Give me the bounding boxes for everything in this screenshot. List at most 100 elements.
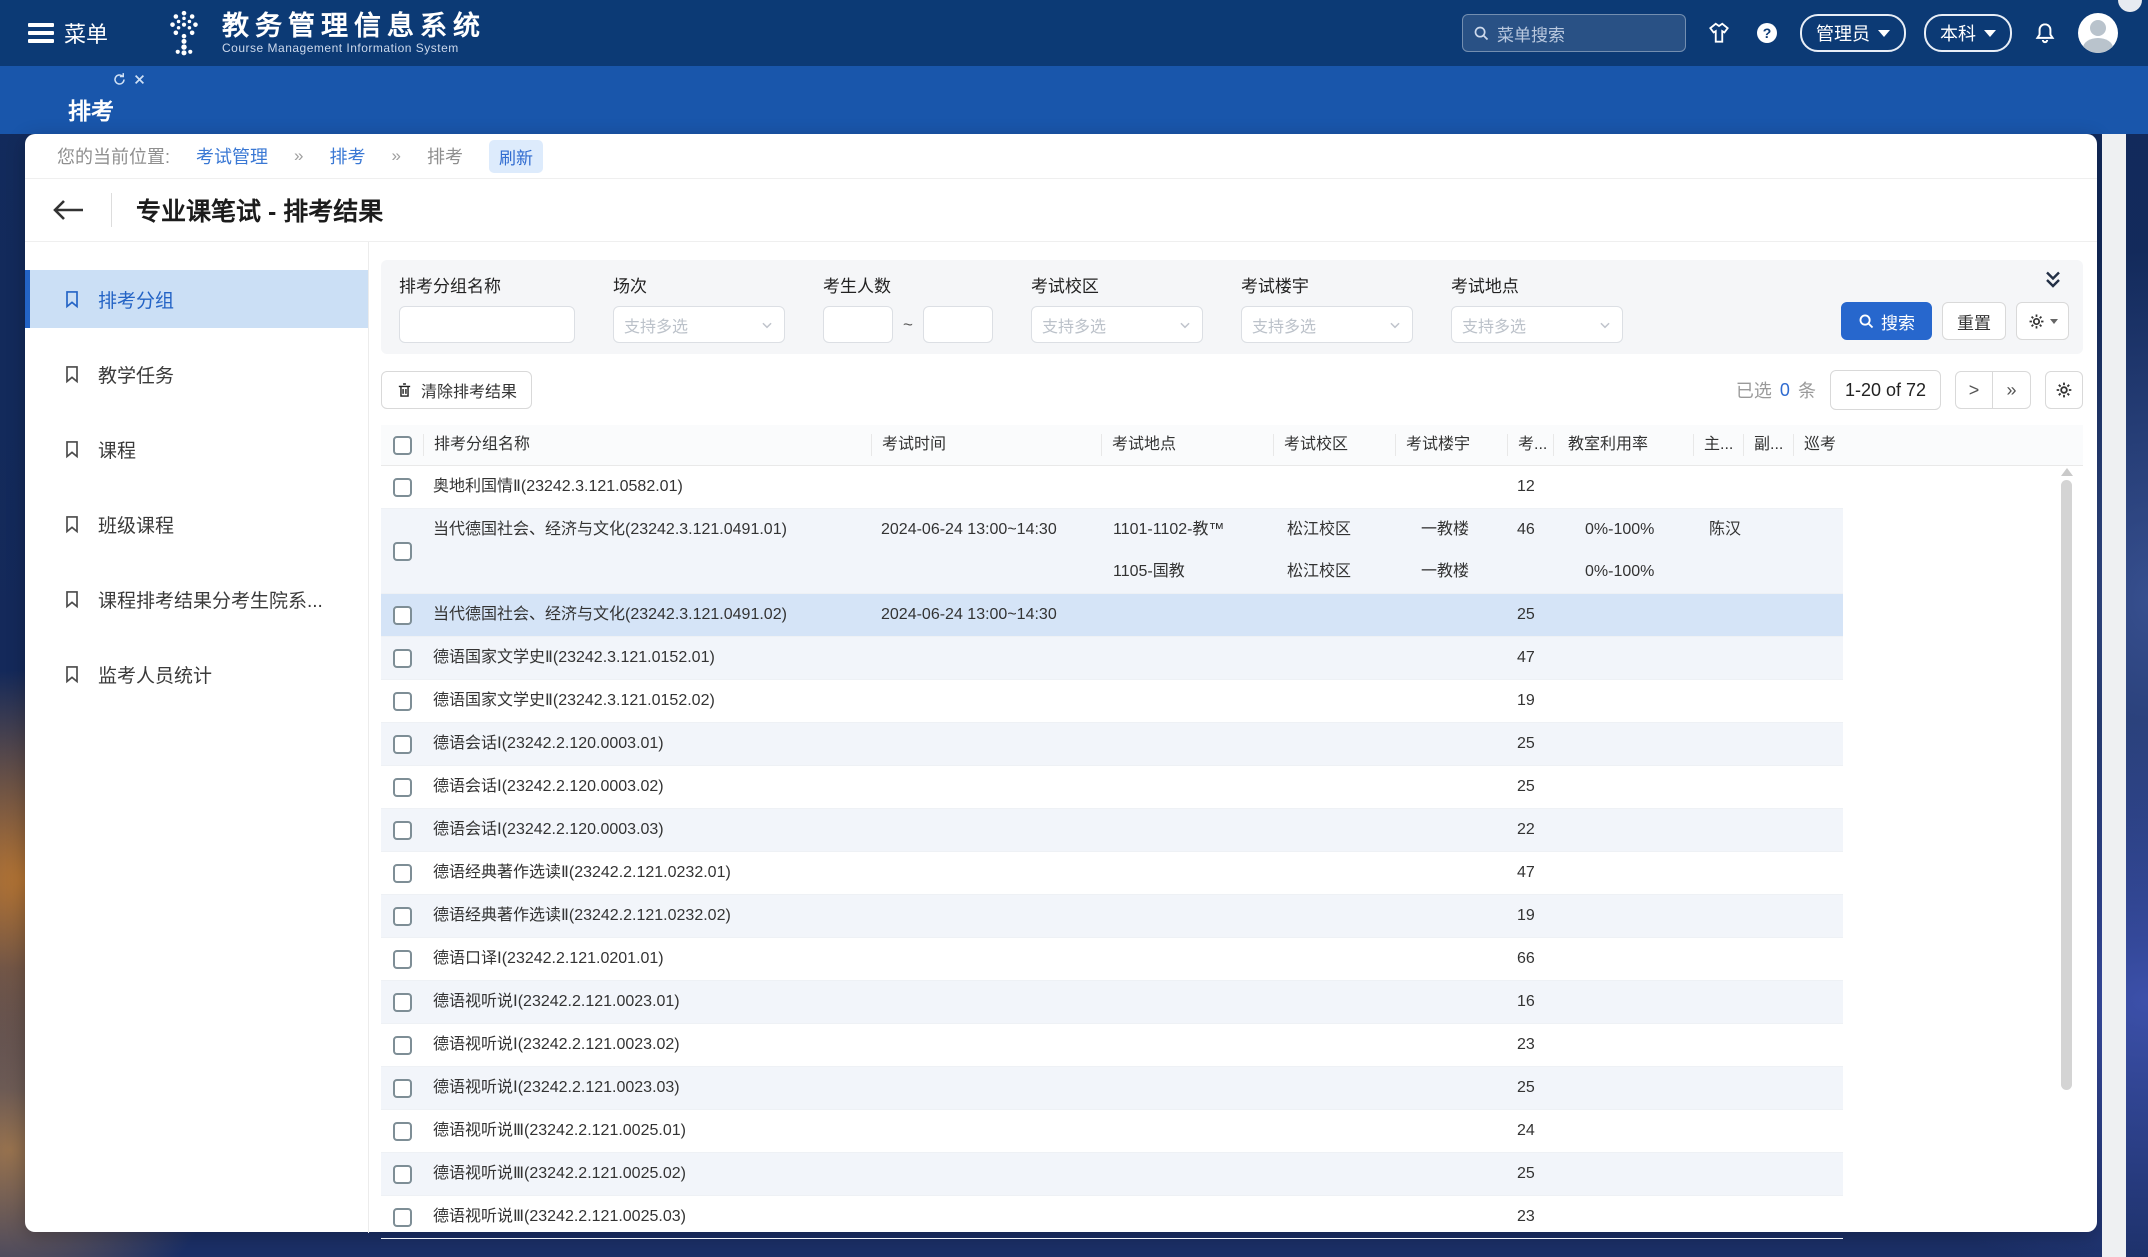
table-row[interactable]: 德语会话Ⅰ(23242.2.120.0003.03)22 xyxy=(381,809,1843,852)
table-cell xyxy=(1693,938,1743,980)
row-checkbox[interactable] xyxy=(393,606,412,625)
tab-refresh-icon[interactable] xyxy=(112,72,127,87)
table-row[interactable]: 德语会话Ⅰ(23242.2.120.0003.01)25 xyxy=(381,723,1843,766)
table-row[interactable]: 德语会话Ⅰ(23242.2.120.0003.02)25 xyxy=(381,766,1843,809)
table-row[interactable]: 德语视听说Ⅰ(23242.2.121.0023.01) 16 xyxy=(381,981,1843,1024)
table-row[interactable]: 德语视听说Ⅲ(23242.2.121.0025.03)23 xyxy=(381,1196,1843,1239)
table-cell: 德语视听说Ⅰ(23242.2.121.0023.01) xyxy=(423,981,871,1023)
search-button[interactable]: 搜索 xyxy=(1841,302,1932,340)
table-cell: 德语视听说Ⅲ(23242.2.121.0025.03) xyxy=(423,1196,871,1238)
row-checkbox[interactable] xyxy=(393,542,412,561)
row-checkbox[interactable] xyxy=(393,950,412,969)
scrollbar-thumb[interactable] xyxy=(2061,480,2072,1090)
level-label: 本科 xyxy=(1940,20,1976,46)
max-count-input[interactable] xyxy=(923,306,993,343)
table-settings-button[interactable] xyxy=(2045,371,2083,409)
page: 菜单 教务管理信息系统 Course Management Informatio… xyxy=(0,0,2148,1257)
table-cell xyxy=(1101,680,1273,722)
theme-shirt-icon[interactable] xyxy=(1704,18,1734,48)
menu-search-placeholder: 菜单搜索 xyxy=(1497,21,1565,46)
table-scrollbar[interactable] xyxy=(2060,468,2073,1216)
row-checkbox[interactable] xyxy=(393,1208,412,1227)
row-checkbox[interactable] xyxy=(393,478,412,497)
table-row[interactable]: 奥地利国情Ⅱ(23242.3.121.0582.01)12 xyxy=(381,466,1843,509)
tab-exam-scheduling[interactable]: 排考 xyxy=(68,92,114,126)
hamburger-menu-icon[interactable] xyxy=(28,23,54,43)
breadcrumb-item[interactable]: 排考 xyxy=(329,143,365,169)
menu-label[interactable]: 菜单 xyxy=(64,17,108,49)
sidebar-item[interactable]: 班级课程 xyxy=(25,495,368,553)
table-row[interactable]: 德语国家文学史Ⅱ(23242.3.121.0152.02)19 xyxy=(381,680,1843,723)
row-checkbox[interactable] xyxy=(393,1036,412,1055)
next-page-button[interactable]: > xyxy=(1955,371,1993,409)
notification-bell-icon[interactable] xyxy=(2030,18,2060,48)
top-header-bar: 菜单 教务管理信息系统 Course Management Informatio… xyxy=(0,0,2148,66)
table-cell xyxy=(1743,1110,1793,1152)
row-checkbox[interactable] xyxy=(393,1122,412,1141)
table-row[interactable]: 德语经典著作选读Ⅱ(23242.2.121.0232.01)47 xyxy=(381,852,1843,895)
filter-multiselect[interactable]: 支持多选 xyxy=(613,306,785,343)
table-row[interactable]: 德语经典著作选读Ⅱ(23242.2.121.0232.02)19 xyxy=(381,895,1843,938)
table-cell xyxy=(871,766,1101,808)
back-button[interactable] xyxy=(49,197,87,223)
clear-results-button[interactable]: 清除排考结果 xyxy=(381,371,532,409)
row-checkbox[interactable] xyxy=(393,778,412,797)
sidebar-item[interactable]: 课程排考结果分考生院系... xyxy=(25,570,368,628)
table-row[interactable]: 当代德国社会、经济与文化(23242.3.121.0491.01)2024-06… xyxy=(381,509,1843,594)
menu-search-input[interactable]: 菜单搜索 xyxy=(1462,14,1686,52)
table-cell: 22 xyxy=(1507,809,1553,851)
reset-button[interactable]: 重置 xyxy=(1942,302,2006,340)
table-cell xyxy=(1553,1196,1693,1238)
table-row[interactable]: 德语视听说Ⅰ(23242.2.121.0023.03)25 xyxy=(381,1067,1843,1110)
filter-multiselect[interactable]: 支持多选 xyxy=(1451,306,1623,343)
row-checkbox[interactable] xyxy=(393,907,412,926)
collapse-filters-icon[interactable] xyxy=(2041,268,2065,292)
search-button-label: 搜索 xyxy=(1881,309,1915,334)
row-checkbox[interactable] xyxy=(393,1079,412,1098)
table-row[interactable]: 德语视听说Ⅰ(23242.2.121.0023.02)23 xyxy=(381,1024,1843,1067)
filter-multiselect[interactable]: 支持多选 xyxy=(1241,306,1413,343)
role-dropdown[interactable]: 管理员 xyxy=(1800,14,1906,52)
refresh-button[interactable]: 刷新 xyxy=(489,140,543,173)
filter-settings-button[interactable] xyxy=(2016,302,2069,340)
row-checkbox[interactable] xyxy=(393,993,412,1012)
level-dropdown[interactable]: 本科 xyxy=(1924,14,2012,52)
table-cell xyxy=(381,1110,423,1152)
row-checkbox[interactable] xyxy=(393,1165,412,1184)
search-icon xyxy=(1473,25,1490,42)
sidebar-item[interactable]: 排考分组 xyxy=(25,270,368,328)
row-checkbox[interactable] xyxy=(393,821,412,840)
filter-multiselect[interactable]: 支持多选 xyxy=(1031,306,1203,343)
row-checkbox[interactable] xyxy=(393,649,412,668)
sidebar-item[interactable]: 课程 xyxy=(25,420,368,478)
filter-text-input[interactable] xyxy=(399,306,575,343)
sidebar-item[interactable]: 教学任务 xyxy=(25,345,368,403)
scroll-up-arrow-icon[interactable] xyxy=(2061,468,2073,476)
table-row[interactable]: 德语视听说Ⅲ(23242.2.121.0025.02)25 xyxy=(381,1153,1843,1196)
table-cell: 16 xyxy=(1507,981,1553,1023)
row-checkbox[interactable] xyxy=(393,692,412,711)
table-cell: 25 xyxy=(1507,594,1553,636)
table-row[interactable]: 德语视听说Ⅲ(23242.2.121.0025.01)24 xyxy=(381,1110,1843,1153)
breadcrumb-item[interactable]: 考试管理 xyxy=(196,143,268,169)
min-count-input[interactable] xyxy=(823,306,893,343)
results-table: 排考分组名称考试时间考试地点考试校区考试楼宇考...教室利用率主...副...巡… xyxy=(381,425,2083,1239)
table-cell xyxy=(1553,766,1693,808)
clear-results-label: 清除排考结果 xyxy=(421,378,517,402)
select-all-checkbox[interactable] xyxy=(393,436,412,455)
table-row[interactable]: 德语国家文学史Ⅱ(23242.3.121.0152.01)47 xyxy=(381,637,1843,680)
last-page-button[interactable]: » xyxy=(1993,371,2031,409)
corner-float-button[interactable] xyxy=(2118,0,2142,12)
tab-close-icon[interactable] xyxy=(133,73,146,86)
table-row[interactable]: 德语口译Ⅰ(23242.2.121.0201.01)66 xyxy=(381,938,1843,981)
user-avatar[interactable] xyxy=(2078,13,2118,53)
column-header: 考试校区 xyxy=(1273,434,1395,456)
table-cell xyxy=(1101,594,1273,636)
help-icon[interactable]: ? xyxy=(1752,18,1782,48)
table-row[interactable]: 当代德国社会、经济与文化(23242.3.121.0491.02)2024-06… xyxy=(381,594,1843,637)
row-checkbox[interactable] xyxy=(393,864,412,883)
table-cell: 1101-1102-教™1105-国教 xyxy=(1101,509,1273,593)
sidebar-item[interactable]: 监考人员统计 xyxy=(25,645,368,703)
row-checkbox[interactable] xyxy=(393,735,412,754)
table-cell xyxy=(1273,723,1395,765)
